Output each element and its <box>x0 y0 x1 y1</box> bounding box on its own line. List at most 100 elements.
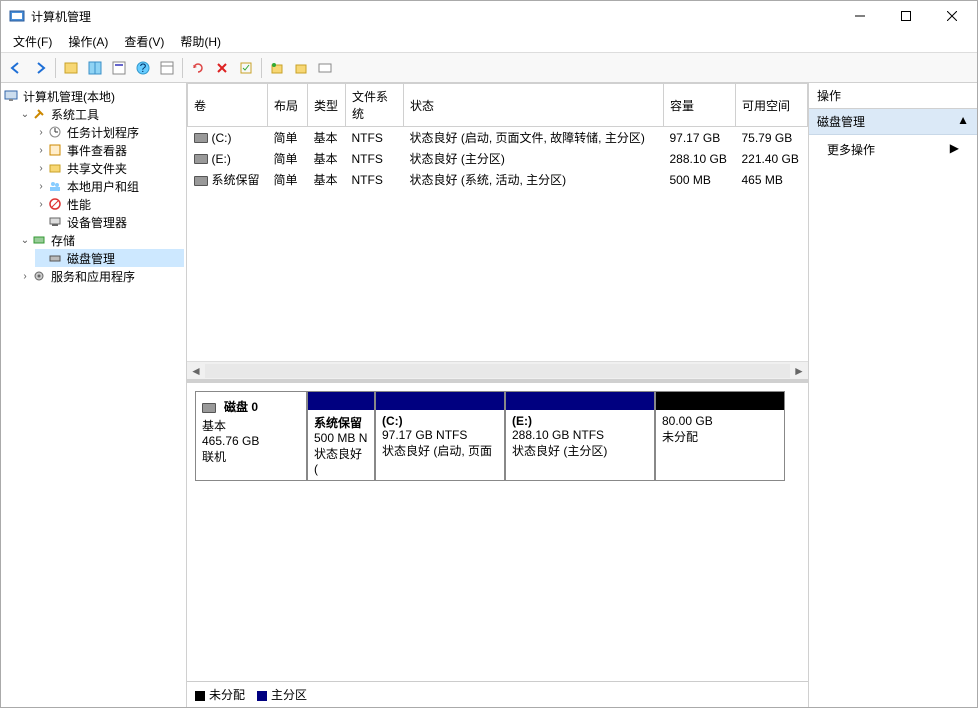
disk-status: 联机 <box>202 448 300 465</box>
minimize-button[interactable] <box>837 1 883 31</box>
disk-size: 465.76 GB <box>202 434 300 448</box>
tree-performance[interactable]: › 性能 <box>35 195 184 213</box>
expand-icon[interactable]: › <box>19 271 31 282</box>
tree-disk-management[interactable]: 磁盘管理 <box>35 249 184 267</box>
tree-device-manager[interactable]: 设备管理器 <box>35 213 184 231</box>
collapse-icon[interactable]: ⌄ <box>19 235 31 246</box>
tree-label: 磁盘管理 <box>67 250 115 267</box>
tree-storage[interactable]: ⌄ 存储 <box>19 231 184 249</box>
tree-label: 性能 <box>67 196 91 213</box>
disk-graphical-view: 磁盘 0 基本 465.76 GB 联机 系统保留500 MB N状态良好 ((… <box>187 383 808 489</box>
col-volume[interactable]: 卷 <box>188 84 268 127</box>
tree-label: 共享文件夹 <box>67 160 127 177</box>
performance-icon <box>47 196 63 212</box>
menu-file[interactable]: 文件(F) <box>5 31 60 52</box>
computer-icon <box>3 88 19 104</box>
event-icon <box>47 142 63 158</box>
toolbar-icon-8[interactable] <box>314 57 336 79</box>
menu-help[interactable]: 帮助(H) <box>172 31 229 52</box>
col-fs[interactable]: 文件系统 <box>346 84 404 127</box>
tree-label: 任务计划程序 <box>67 124 139 141</box>
disk-label: 磁盘 0 <box>224 398 258 415</box>
tree-label: 本地用户和组 <box>67 178 139 195</box>
disk-type: 基本 <box>202 417 300 434</box>
col-status[interactable]: 状态 <box>404 84 664 127</box>
scroll-left-icon[interactable]: ◄ <box>187 364 205 378</box>
toolbar-icon-3[interactable] <box>108 57 130 79</box>
collapse-icon[interactable]: ⌄ <box>19 109 31 120</box>
services-icon <box>31 268 47 284</box>
navigation-tree: 计算机管理(本地) ⌄ 系统工具 › 任务计划程序 ›事件查看器 › 共享文件夹 <box>1 83 187 707</box>
toolbar-icon-4[interactable] <box>156 57 178 79</box>
users-icon <box>47 178 63 194</box>
collapse-icon: ▲ <box>957 113 969 130</box>
close-button[interactable] <box>929 1 975 31</box>
expand-icon[interactable]: › <box>35 181 47 192</box>
content-pane: 卷 布局 类型 文件系统 状态 容量 可用空间 (C:)简单基本NTFS状态良好… <box>187 83 809 707</box>
refresh-icon[interactable] <box>187 57 209 79</box>
partition-block[interactable]: 系统保留500 MB N状态良好 ( <box>307 391 375 481</box>
tree-task-scheduler[interactable]: › 任务计划程序 <box>35 123 184 141</box>
col-capacity[interactable]: 容量 <box>664 84 736 127</box>
expand-icon[interactable]: › <box>35 163 47 174</box>
tree-shared-folders[interactable]: › 共享文件夹 <box>35 159 184 177</box>
actions-section[interactable]: 磁盘管理 ▲ <box>809 109 977 135</box>
toolbar-icon-5[interactable] <box>235 57 257 79</box>
forward-button[interactable] <box>29 57 51 79</box>
partition-block[interactable]: 80.00 GB未分配 <box>655 391 785 481</box>
toolbar-icon-2[interactable] <box>84 57 106 79</box>
volume-icon <box>194 176 208 186</box>
partition-block[interactable]: (C:)97.17 GB NTFS状态良好 (启动, 页面 <box>375 391 505 481</box>
back-button[interactable] <box>5 57 27 79</box>
tree-label: 设备管理器 <box>67 214 127 231</box>
legend-primary: 主分区 <box>271 688 307 702</box>
expand-icon[interactable]: › <box>35 199 47 210</box>
window-title: 计算机管理 <box>31 8 837 25</box>
toolbar-icon-1[interactable] <box>60 57 82 79</box>
menu-view[interactable]: 查看(V) <box>116 31 172 52</box>
delete-icon[interactable] <box>211 57 233 79</box>
scroll-right-icon[interactable]: ► <box>790 364 808 378</box>
clock-icon <box>47 124 63 140</box>
device-icon <box>47 214 63 230</box>
tree-system-tools[interactable]: ⌄ 系统工具 <box>19 105 184 123</box>
expand-icon[interactable]: › <box>35 145 47 156</box>
tree-services[interactable]: › 服务和应用程序 <box>19 267 184 285</box>
help-icon[interactable]: ? <box>132 57 154 79</box>
storage-icon <box>31 232 47 248</box>
menu-bar: 文件(F) 操作(A) 查看(V) 帮助(H) <box>1 31 977 53</box>
table-row[interactable]: 系统保留简单基本NTFS状态良好 (系统, 活动, 主分区)500 MB465 … <box>188 169 808 190</box>
col-type[interactable]: 类型 <box>308 84 346 127</box>
maximize-button[interactable] <box>883 1 929 31</box>
legend-swatch-primary <box>257 691 267 701</box>
col-layout[interactable]: 布局 <box>268 84 308 127</box>
volume-icon <box>194 154 208 164</box>
tree-root[interactable]: 计算机管理(本地) <box>3 87 184 105</box>
tools-icon <box>31 106 47 122</box>
tree-root-label: 计算机管理(本地) <box>23 88 115 105</box>
col-free[interactable]: 可用空间 <box>736 84 808 127</box>
actions-more-label: 更多操作 <box>827 141 875 158</box>
toolbar-icon-6[interactable] <box>266 57 288 79</box>
expand-icon[interactable]: › <box>35 127 47 138</box>
legend: 未分配 主分区 <box>187 681 808 707</box>
tree-label: 系统工具 <box>51 106 99 123</box>
app-icon <box>9 8 25 24</box>
horizontal-scrollbar[interactable]: ◄ ► <box>187 361 808 379</box>
table-row[interactable]: (C:)简单基本NTFS状态良好 (启动, 页面文件, 故障转储, 主分区)97… <box>188 127 808 149</box>
disk-info-panel[interactable]: 磁盘 0 基本 465.76 GB 联机 <box>195 391 307 481</box>
svg-text:?: ? <box>140 61 147 75</box>
actions-more[interactable]: 更多操作 ▶ <box>809 135 977 164</box>
legend-swatch-unalloc <box>195 691 205 701</box>
tree-event-viewer[interactable]: ›事件查看器 <box>35 141 184 159</box>
menu-action[interactable]: 操作(A) <box>60 31 116 52</box>
table-row[interactable]: (E:)简单基本NTFS状态良好 (主分区)288.10 GB221.40 GB <box>188 148 808 169</box>
submenu-arrow-icon: ▶ <box>950 141 959 158</box>
volume-table[interactable]: 卷 布局 类型 文件系统 状态 容量 可用空间 (C:)简单基本NTFS状态良好… <box>187 83 808 190</box>
toolbar-icon-7[interactable] <box>290 57 312 79</box>
actions-header: 操作 <box>809 83 977 109</box>
partition-block[interactable]: (E:)288.10 GB NTFS状态良好 (主分区) <box>505 391 655 481</box>
tree-local-users[interactable]: › 本地用户和组 <box>35 177 184 195</box>
volume-icon <box>194 133 208 143</box>
legend-unalloc: 未分配 <box>209 688 245 702</box>
